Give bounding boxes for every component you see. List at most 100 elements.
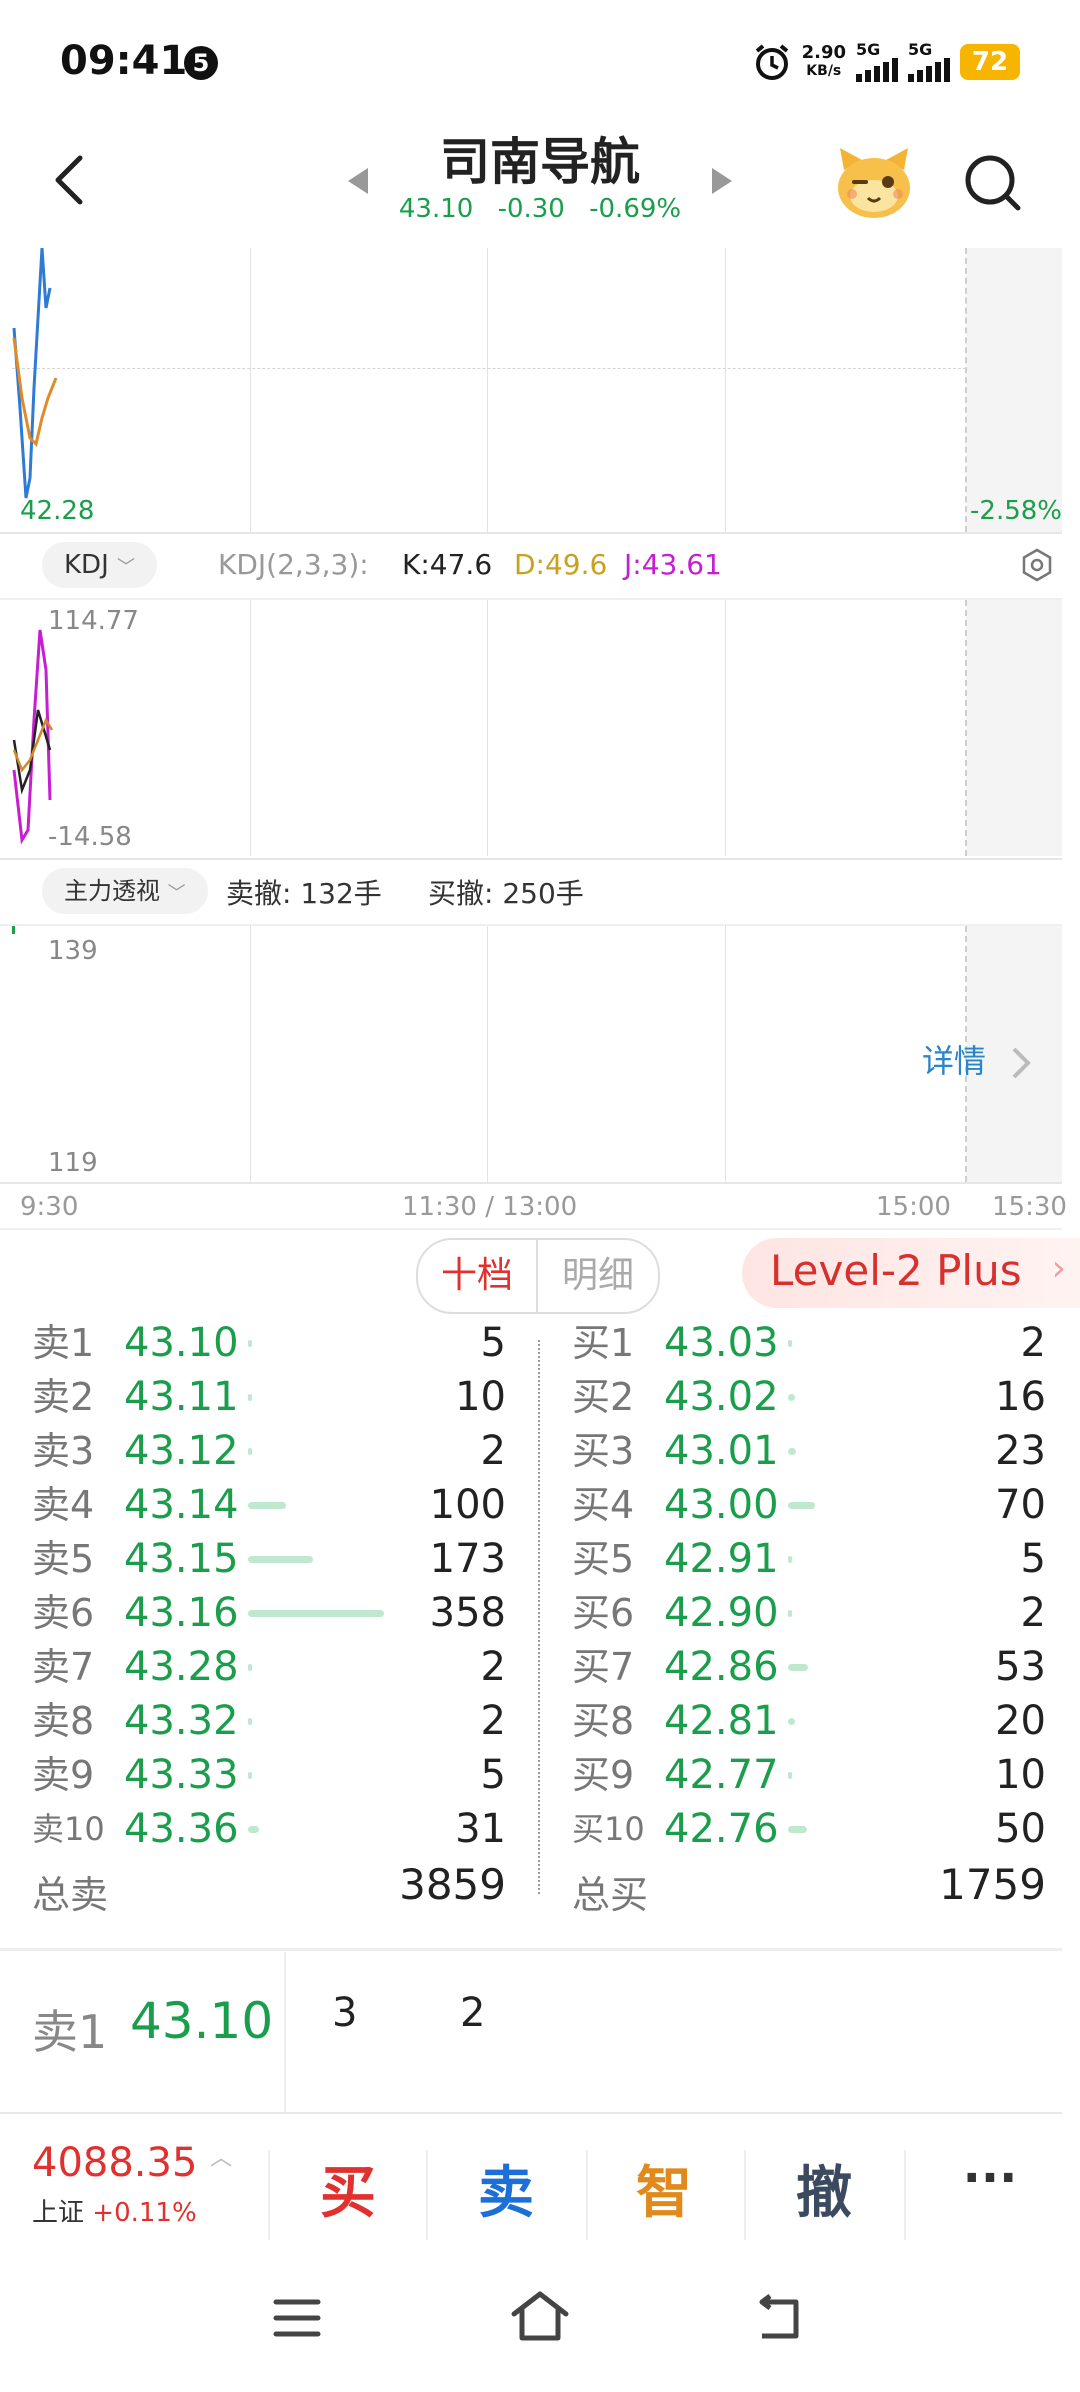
- cancel-order-button[interactable]: 撤: [764, 2148, 884, 2229]
- menu-nav-button[interactable]: [272, 2296, 322, 2344]
- index-name: 上证: [32, 2198, 85, 2228]
- menu-icon: [273, 2299, 321, 2337]
- bid-level-label: 买2: [572, 1375, 635, 1419]
- bid-level-price: 42.86: [664, 1644, 779, 1690]
- tab-ten-level[interactable]: 十档: [418, 1240, 538, 1312]
- signal-bars-icon: [908, 58, 950, 82]
- price-line: [12, 248, 58, 499]
- alarm-icon: [755, 44, 788, 80]
- bid-level-price: 42.90: [664, 1590, 779, 1636]
- flow-bottom-label: 119: [48, 1148, 98, 1178]
- back-icon: [759, 2294, 799, 2339]
- status-bar: 09:41 5 2.90 KB/s 5G 5G 72: [0, 0, 1080, 120]
- time-tick-close: 15:00: [876, 1192, 951, 1222]
- smart-trade-button[interactable]: 智: [604, 2148, 724, 2229]
- bid-level-volume-bar: [788, 1502, 815, 1509]
- kdj-d: D:49.6: [514, 548, 608, 581]
- triangle-right-icon: [712, 168, 732, 194]
- kdj-lines: [12, 629, 54, 845]
- bid-level-qty: 2: [1020, 1590, 1046, 1636]
- bid-level-qty: 10: [995, 1752, 1046, 1798]
- bid-level-row[interactable]: 买6 42.90 2: [0, 1586, 1080, 1640]
- settings-button[interactable]: [1020, 548, 1054, 582]
- stock-quote: 43.10 -0.30 -0.69%: [0, 194, 1080, 224]
- kdj-chart[interactable]: 114.77 -14.58: [12, 600, 1062, 856]
- bid-level-label: 买5: [572, 1537, 635, 1581]
- total-buy-value: 1759: [939, 1860, 1046, 1909]
- selected-level-v1: 3: [332, 1990, 358, 2036]
- notification-count-badge: 5: [184, 46, 218, 80]
- bid-level-price: 43.00: [664, 1482, 779, 1528]
- flow-chart[interactable]: 139 119 详情: [12, 926, 1062, 1182]
- more-button[interactable]: ···: [930, 2150, 1050, 2206]
- selected-level-panel[interactable]: 卖1 43.10 3 2: [0, 1952, 1080, 2112]
- bid-level-row[interactable]: 买7 42.86 53: [0, 1640, 1080, 1694]
- buy-cancel-stat: 买撤: 250手: [428, 877, 584, 910]
- time-tick-open: 9:30: [20, 1192, 79, 1222]
- selected-level-price: 43.10: [130, 1992, 274, 2050]
- bid-level-price: 42.81: [664, 1698, 779, 1744]
- bid-level-price: 42.77: [664, 1752, 779, 1798]
- buy-button[interactable]: 买: [288, 2148, 408, 2229]
- sell-button[interactable]: 卖: [446, 2148, 566, 2229]
- kdj-selector[interactable]: KDJ ﹀: [42, 542, 158, 588]
- bid-level-qty: 16: [995, 1374, 1046, 1420]
- total-sell-label: 总卖: [32, 1873, 109, 1917]
- bid-level-row[interactable]: 买1 43.03 2: [0, 1316, 1080, 1370]
- signal-bars-icon: [856, 58, 898, 82]
- status-icons: 2.90 KB/s 5G 5G 72: [752, 40, 1020, 84]
- bid-level-volume-bar: [788, 1448, 796, 1455]
- bid-level-qty: 20: [995, 1698, 1046, 1744]
- flow-selector[interactable]: 主力透视 ﹀: [42, 868, 208, 914]
- total-buy-label: 总买: [572, 1873, 649, 1917]
- total-sell-value: 3859: [399, 1860, 506, 1909]
- bid-level-row[interactable]: 买10 42.76 50: [0, 1802, 1080, 1856]
- bid-level-volume-bar: [788, 1394, 795, 1401]
- mascot-icon: [838, 148, 910, 218]
- bid-level-row[interactable]: 买9 42.77 10: [0, 1748, 1080, 1802]
- home-nav-button[interactable]: [510, 2290, 570, 2346]
- price-low-label: 42.28: [20, 496, 95, 526]
- kdj-max-label: 114.77: [48, 606, 139, 636]
- home-icon: [511, 2291, 569, 2341]
- bid-level-label: 买10: [572, 1810, 645, 1848]
- bid-level-volume-bar: [788, 1556, 792, 1563]
- bid-level-label: 买3: [572, 1429, 635, 1473]
- bid-level-row[interactable]: 买3 43.01 23: [0, 1424, 1080, 1478]
- stock-change: -0.30: [497, 194, 565, 224]
- bid-level-label: 买7: [572, 1645, 635, 1689]
- tab-detail[interactable]: 明细: [538, 1240, 658, 1312]
- bid-level-row[interactable]: 买4 43.00 70: [0, 1478, 1080, 1532]
- bid-level-price: 43.02: [664, 1374, 779, 1420]
- bid-level-label: 买4: [572, 1483, 635, 1527]
- next-stock-button[interactable]: [710, 166, 736, 200]
- bid-level-qty: 70: [995, 1482, 1046, 1528]
- chevron-up-icon: ︿: [210, 2146, 233, 2171]
- book-divider: [538, 1340, 540, 1894]
- bid-level-volume-bar: [788, 1610, 792, 1617]
- clock: 09:41: [60, 38, 188, 84]
- price-pct-label: -2.58%: [970, 496, 1062, 526]
- flow-detail-link[interactable]: 详情: [922, 1036, 1032, 1082]
- price-chart[interactable]: 42.28 -2.58%: [12, 248, 1062, 532]
- bid-level-volume-bar: [788, 1826, 807, 1833]
- chevron-down-icon: ﹀: [167, 883, 186, 904]
- index-widget[interactable]: 4088.35 ︿ 上证 +0.11%: [32, 2140, 232, 2229]
- mascot-button[interactable]: [832, 140, 916, 224]
- search-button[interactable]: [960, 150, 1024, 214]
- back-nav-button[interactable]: [754, 2294, 804, 2346]
- bid-level-label: 买8: [572, 1699, 635, 1743]
- kdj-k: K:47.6: [402, 548, 493, 581]
- bid-level-volume-bar: [788, 1772, 792, 1779]
- bid-level-price: 43.01: [664, 1428, 779, 1474]
- bid-level-row[interactable]: 买5 42.91 5: [0, 1532, 1080, 1586]
- chevron-right-icon: ›: [1051, 1248, 1066, 1289]
- bid-level-row[interactable]: 买8 42.81 20: [0, 1694, 1080, 1748]
- flow-top-label: 139: [48, 936, 98, 966]
- bid-level-qty: 5: [1020, 1536, 1046, 1582]
- stock-price: 43.10: [398, 194, 474, 224]
- bid-level-price: 42.91: [664, 1536, 779, 1582]
- bid-level-row[interactable]: 买2 43.02 16: [0, 1370, 1080, 1424]
- gear-icon: [1022, 548, 1052, 582]
- level2-banner[interactable]: Level-2 Plus ›: [742, 1238, 1080, 1308]
